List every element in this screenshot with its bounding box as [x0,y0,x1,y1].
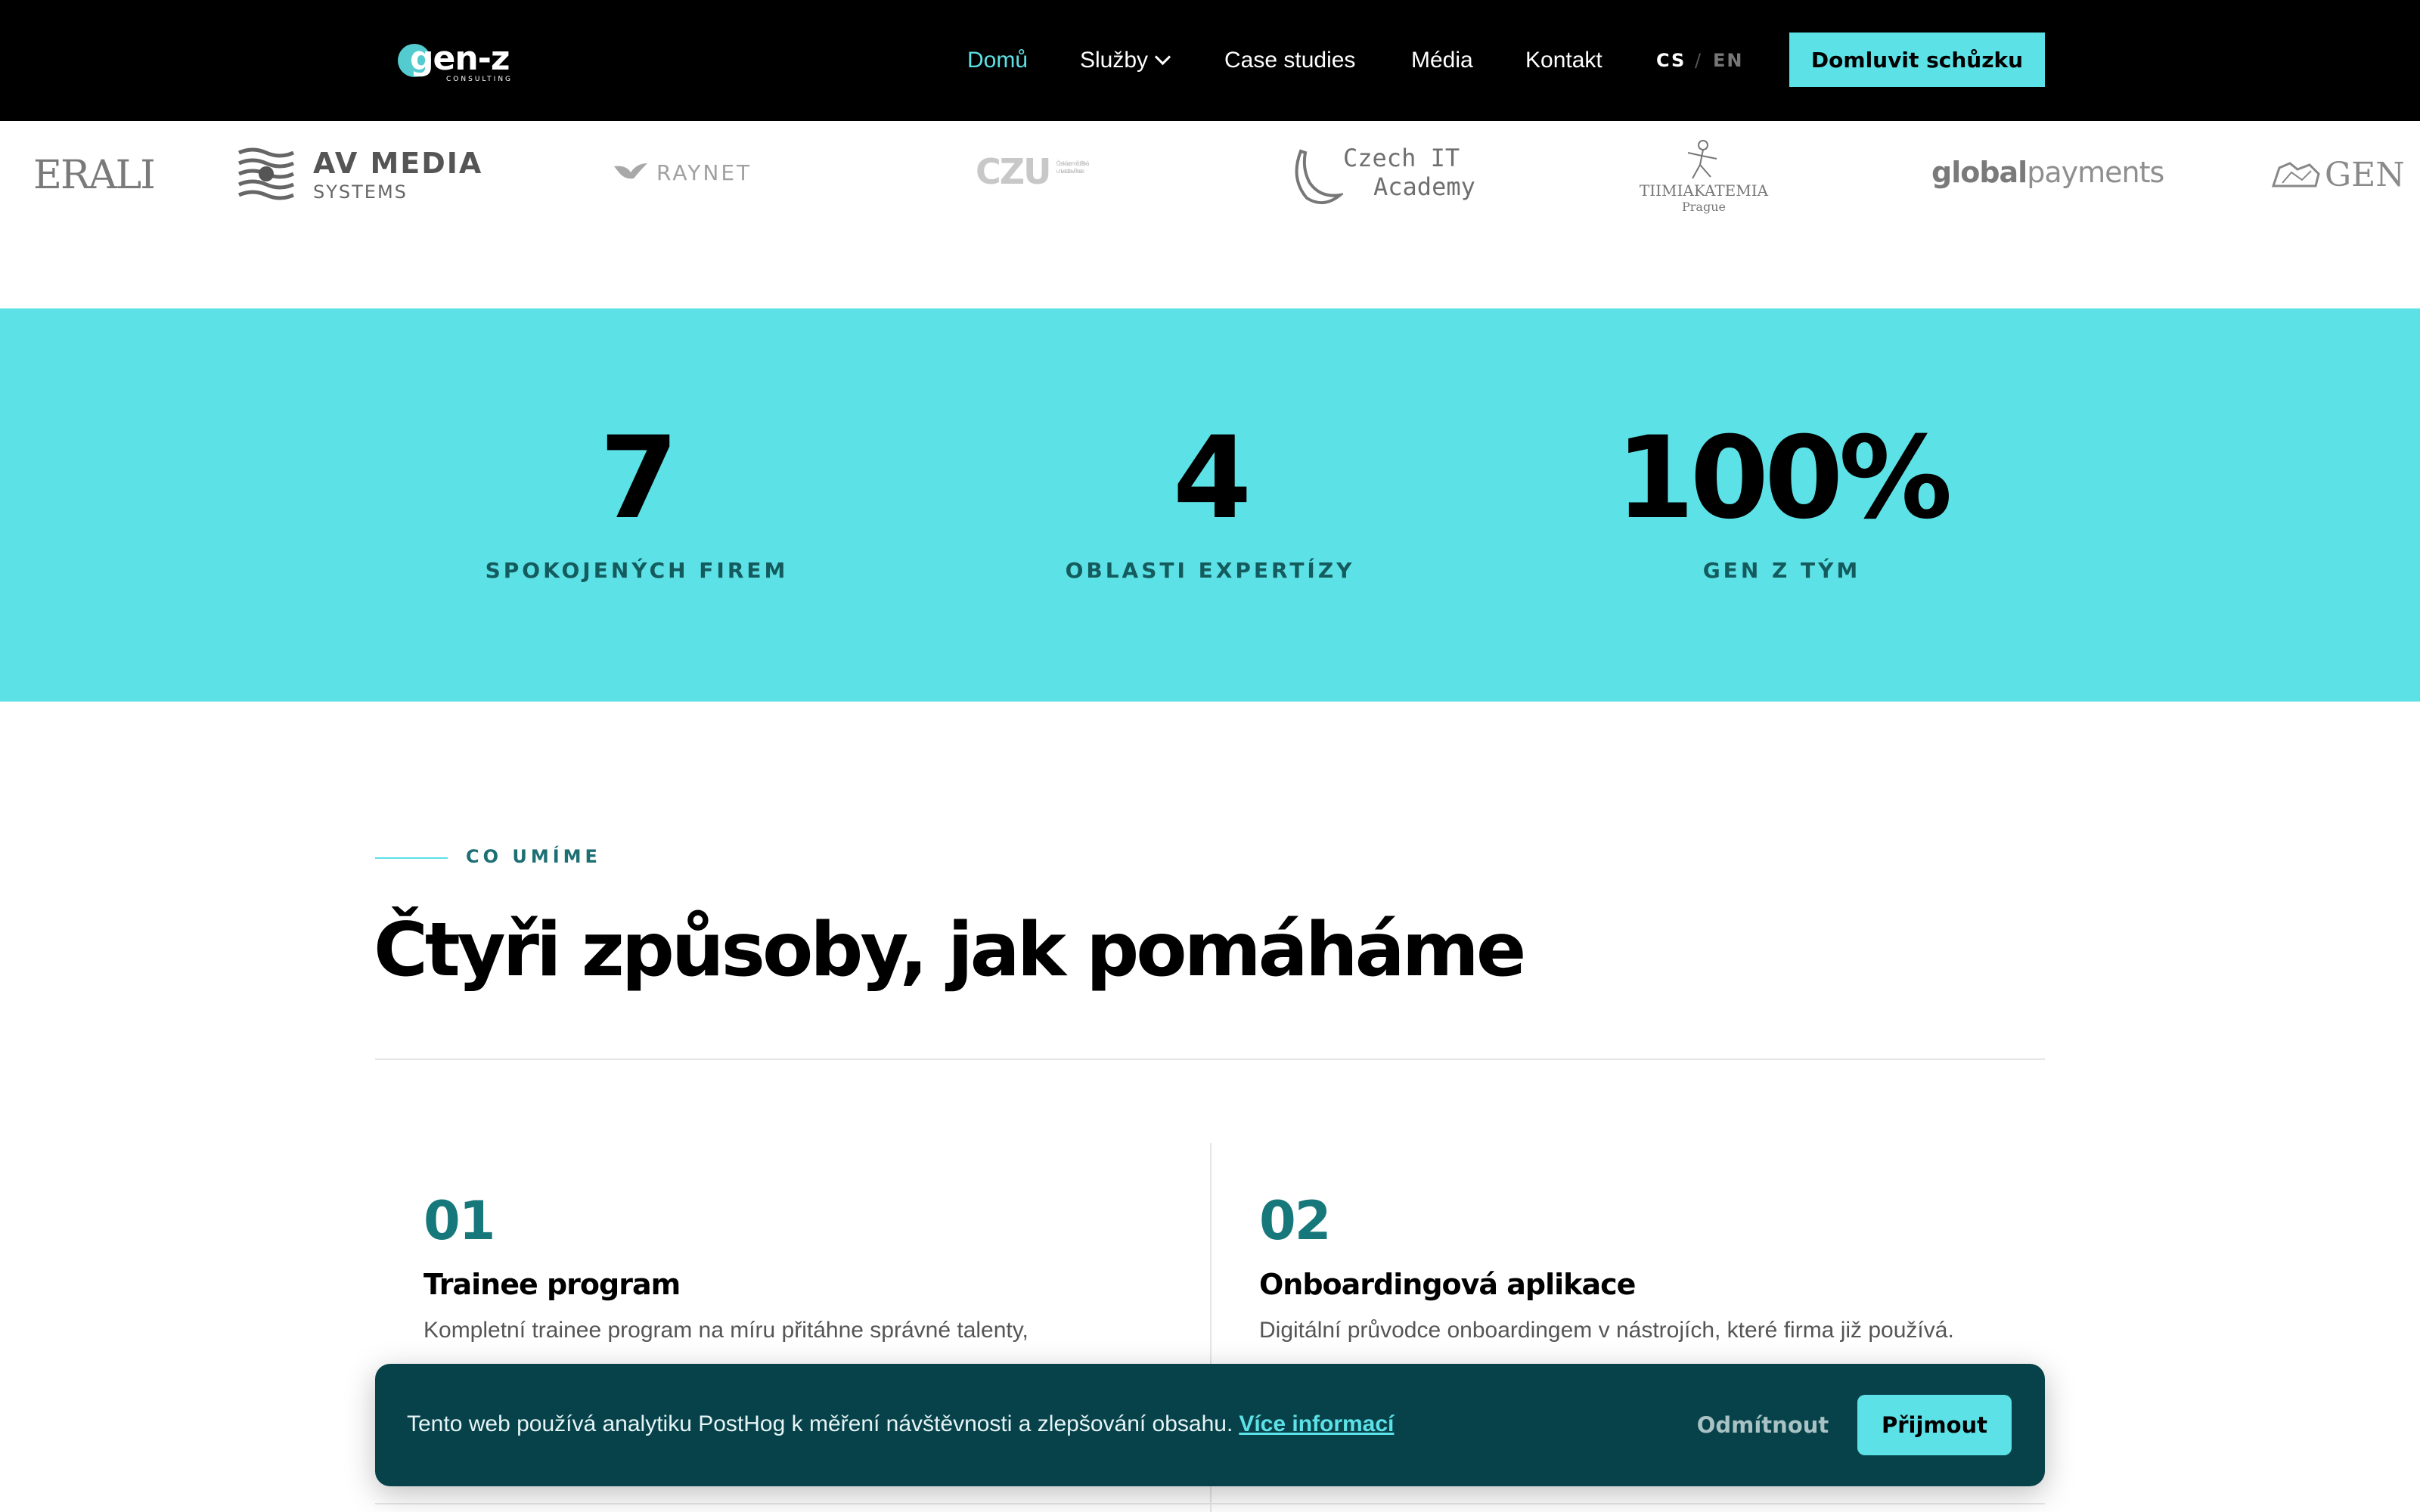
nav-item-services[interactable]: Služby [1080,45,1171,76]
eyebrow-line [375,857,448,859]
card-description: Digitální průvodce onboardingem v nástro… [1259,1318,1954,1343]
logo-subtext: CONSULTING [446,76,513,83]
client-logos-strip: ERALI AV MEDIA SYSTEMS RAYNET CZU Česká z… [0,121,2420,308]
service-card-onboarding[interactable]: 02 Onboardingová aplikace Digitální prův… [1259,1187,2015,1346]
generali-lion-icon [2272,162,2320,187]
stat-satisfied-companies: 7 SPOKOJENÝCH FIREM [410,422,864,583]
stat-label: GEN Z TÝM [1702,558,1861,583]
stat-value: 100% [1615,413,1952,544]
cookie-accept-button[interactable]: Přijmout [1857,1395,2012,1455]
lang-separator: / [1695,50,1703,71]
nav-item-services-label: Služby [1080,48,1149,73]
cookie-more-info-link[interactable]: Více informací [1239,1411,1394,1436]
stat-label: OBLASTI EXPERTÍZY [1065,558,1355,583]
stats-band: 7 SPOKOJENÝCH FIREM 4 OBLASTI EXPERTÍZY … [0,308,2420,702]
client-logo-tiimiakatemia: TIIMIAKATEMIA Prague [1632,139,1776,222]
service-card-trainee[interactable]: 01 Trainee program Kompletní trainee pro… [424,1187,1180,1346]
eyebrow-text: CO UMÍME [466,846,601,867]
client-logo-czu: CZU Česká zemědělská univerzita v Praze [976,151,1091,192]
cookie-message: Tento web používá analytiku PostHog k mě… [407,1409,1394,1439]
card-title: Onboardingová aplikace [1259,1268,1636,1301]
stat-expertise-areas: 4 OBLASTI EXPERTÍZY [983,422,1437,583]
czech-it-text: Czech IT Academy [1343,144,1475,201]
czech-it-line1: Czech IT [1343,144,1460,172]
nav-item-home[interactable]: Domů [967,45,1028,76]
nav-item-case-studies[interactable]: Case studies [1224,45,1355,76]
main-nav: Domů Služby Case studies Média Kontakt [0,45,2420,76]
czech-it-line2: Academy [1373,172,1475,201]
av-media-subtitle: SYSTEMS [313,181,408,203]
czech-it-banana-icon [1295,149,1343,204]
row-divider [375,1503,2045,1504]
client-logo-raynet: RAYNET [613,160,752,185]
card-number: 01 [424,1190,495,1252]
client-logo-generali-left: ERALI [33,153,156,198]
raynet-bird-icon [614,163,647,179]
nav-item-contact[interactable]: Kontakt [1525,45,1602,76]
global-rest: payments [2027,156,2164,189]
section-divider [375,1058,2045,1060]
card-title: Trainee program [424,1268,681,1301]
cookie-decline-button[interactable]: Odmítnout [1676,1406,1850,1444]
tiimi-figure-icon [1687,140,1717,179]
generali-label: GEN [2325,156,2405,194]
av-media-icon [237,147,295,200]
cookie-text: Tento web používá analytiku PostHog k mě… [407,1411,1233,1436]
stat-value: 7 [599,413,678,544]
tiimi-title: TIIMIAKATEMIA [1639,181,1769,200]
client-logo-generali-right: GEN [2272,156,2405,194]
av-media-title: AV MEDIA [313,147,483,180]
lang-cs[interactable]: CS [1656,45,1686,76]
stat-label: SPOKOJENÝCH FIREM [485,558,789,583]
stat-value: 4 [1172,413,1252,544]
global-bold: global [1931,156,2028,189]
stat-gen-z-team: 100% GEN Z TÝM [1555,422,2009,583]
site-header: gen-z CONSULTING Domů Služby Case studie… [0,0,2420,121]
cookie-consent-banner: Tento web používá analytiku PostHog k mě… [375,1364,2045,1486]
tiimi-city: Prague [1682,200,1726,214]
card-number: 02 [1259,1190,1331,1252]
card-description: Kompletní trainee program na míru přitáh… [424,1318,1028,1343]
section-title: Čtyři způsoby, jak pomáháme [374,907,1526,993]
client-logo-global-payments: globalpayments [1931,156,2164,189]
czu-label: CZU [976,151,1051,192]
lang-en[interactable]: EN [1713,45,1743,76]
czu-small-text: Česká zemědělská univerzita v Praze [1056,160,1089,175]
book-meeting-button[interactable]: Domluvit schůzku [1789,33,2045,87]
client-logo-av-media: AV MEDIA SYSTEMS [237,147,481,207]
nav-item-media[interactable]: Média [1411,45,1473,76]
raynet-label: RAYNET [656,160,752,185]
chevron-down-icon [1154,48,1171,66]
client-logo-czech-it-academy: Czech IT Academy [1290,144,1475,212]
